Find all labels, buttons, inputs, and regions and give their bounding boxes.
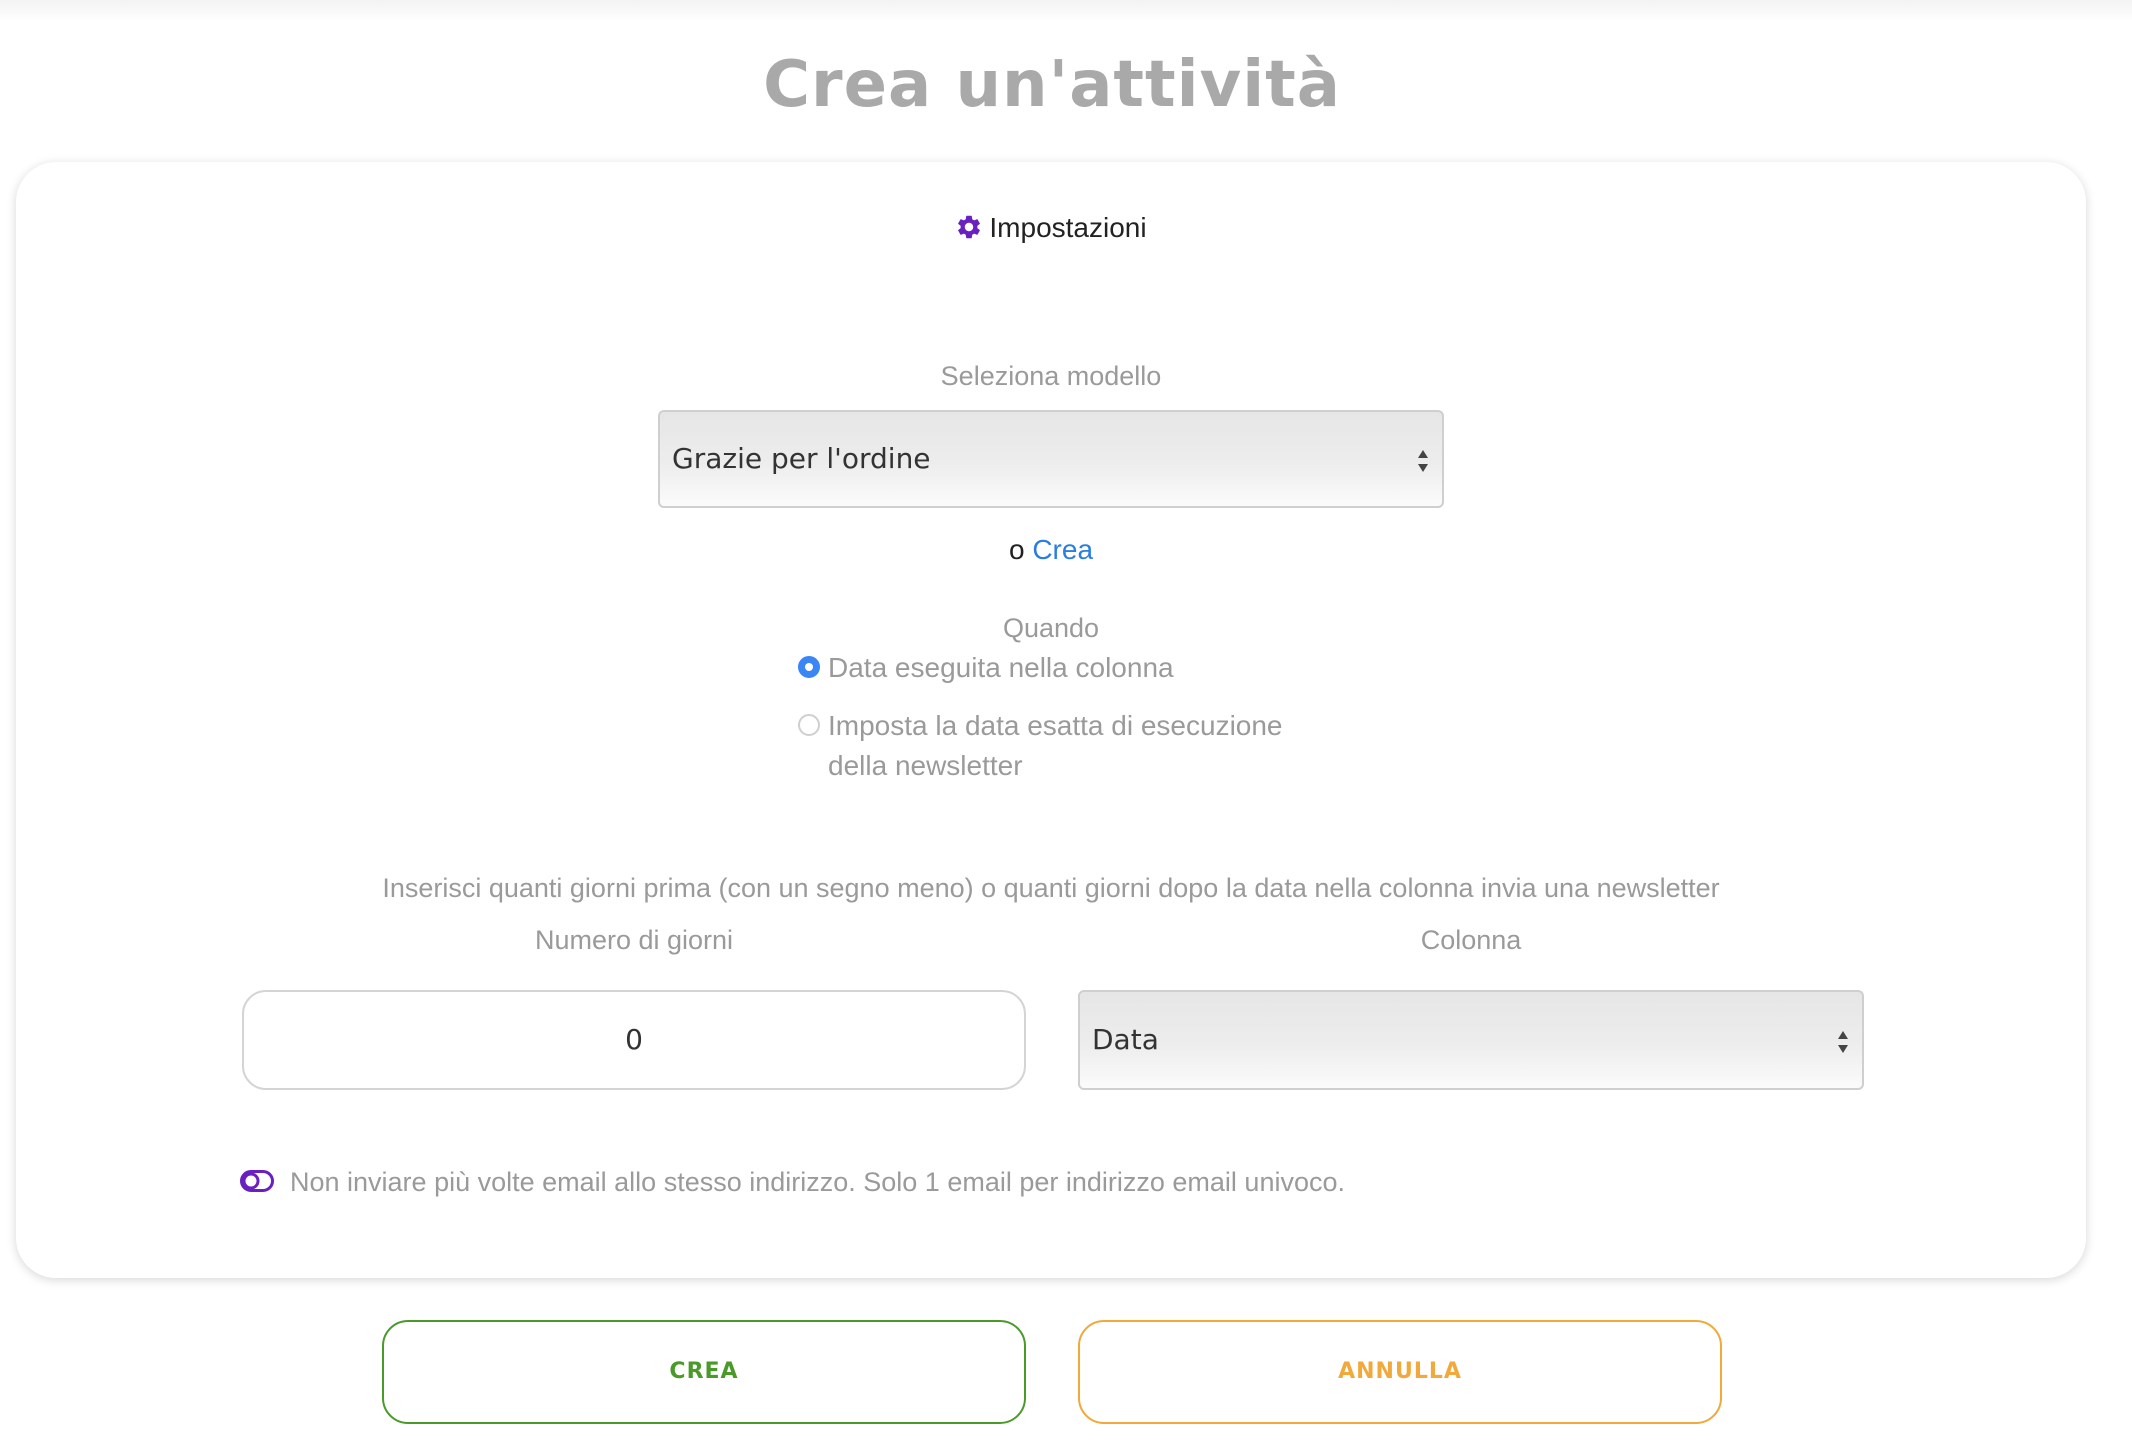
radio-label: Imposta la data esatta di esecuzione del…	[828, 710, 1283, 781]
template-select-value: Grazie per l'ordine	[672, 442, 931, 475]
number-of-days-input[interactable]: 0	[242, 990, 1026, 1090]
number-of-days-label: Numero di giorni	[534, 925, 734, 955]
template-label: Seleziona modello	[940, 361, 1162, 391]
or-create-row: o Crea	[16, 530, 2086, 570]
select-arrows-icon	[1418, 450, 1428, 472]
column-select-value: Data	[1092, 1023, 1159, 1056]
column-select[interactable]: Data	[1078, 990, 1864, 1090]
radio-button-checked[interactable]	[798, 656, 820, 678]
days-instructions: Inserisci quanti giorni prima (con un se…	[382, 873, 1720, 903]
unique-email-toggle-row: Non inviare più volte email allo stesso …	[240, 1162, 1640, 1202]
radio-label: Data eseguita nella colonna	[828, 652, 1174, 683]
select-arrows-icon	[1838, 1031, 1848, 1053]
toggle-icon[interactable]	[240, 1170, 274, 1192]
radio-option-column-date[interactable]: Data eseguita nella colonna	[798, 648, 1398, 688]
radio-option-exact-date[interactable]: Imposta la data esatta di esecuzione del…	[798, 706, 1398, 786]
when-label: Quando	[1002, 613, 1100, 643]
top-bar	[0, 0, 2132, 22]
cancel-button[interactable]: ANNULLA	[1078, 1320, 1722, 1424]
create-button[interactable]: CREA	[382, 1320, 1026, 1424]
page-title: Crea un'attività	[763, 48, 1341, 122]
settings-label: Impostazioni	[989, 212, 1147, 243]
template-select[interactable]: Grazie per l'ordine	[658, 410, 1444, 508]
radio-button-unchecked[interactable]	[798, 714, 820, 736]
column-label: Colonna	[1420, 925, 1522, 955]
settings-card: Impostazioni Seleziona modello Grazie pe…	[16, 162, 2086, 1278]
create-template-link[interactable]: Crea	[1032, 534, 1093, 565]
gear-icon	[958, 215, 981, 239]
or-text: o	[1008, 534, 1025, 565]
unique-email-label: Non inviare più volte email allo stesso …	[290, 1167, 1345, 1197]
settings-header[interactable]: Impostazioni	[16, 208, 2086, 248]
